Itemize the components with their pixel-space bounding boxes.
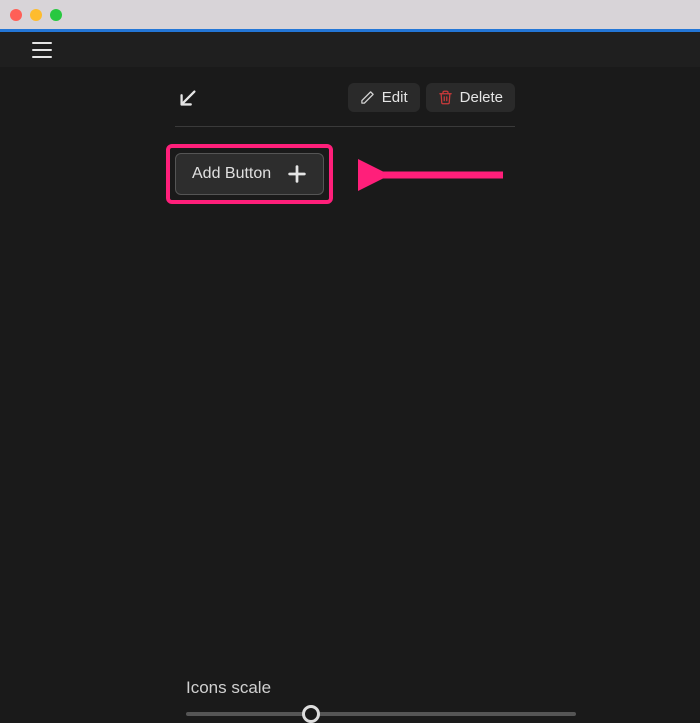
menu-icon[interactable] [32,42,52,58]
add-button[interactable]: Add Button [175,153,324,195]
icons-scale-label: Icons scale [186,678,576,698]
annotation-arrow-icon [358,155,508,195]
content-area: Edit Delete Add Button [0,67,700,722]
delete-button[interactable]: Delete [426,83,515,112]
window-zoom-button[interactable] [50,9,62,21]
plus-icon [285,162,309,186]
arrow-down-left-icon[interactable] [175,85,201,111]
add-button-highlight: Add Button [166,144,333,204]
edit-button[interactable]: Edit [348,83,420,112]
window-close-button[interactable] [10,9,22,21]
app-header [0,32,700,67]
trash-icon [438,90,453,105]
pencil-icon [360,90,375,105]
slider-thumb[interactable] [302,705,320,723]
button-toolbar: Edit Delete [175,83,515,127]
icons-scale-slider[interactable] [186,712,576,716]
add-button-label: Add Button [192,165,271,183]
window-titlebar [0,0,700,29]
delete-label: Delete [460,89,503,106]
window-minimize-button[interactable] [30,9,42,21]
icons-scale-section: Icons scale [186,678,576,722]
edit-label: Edit [382,89,408,106]
